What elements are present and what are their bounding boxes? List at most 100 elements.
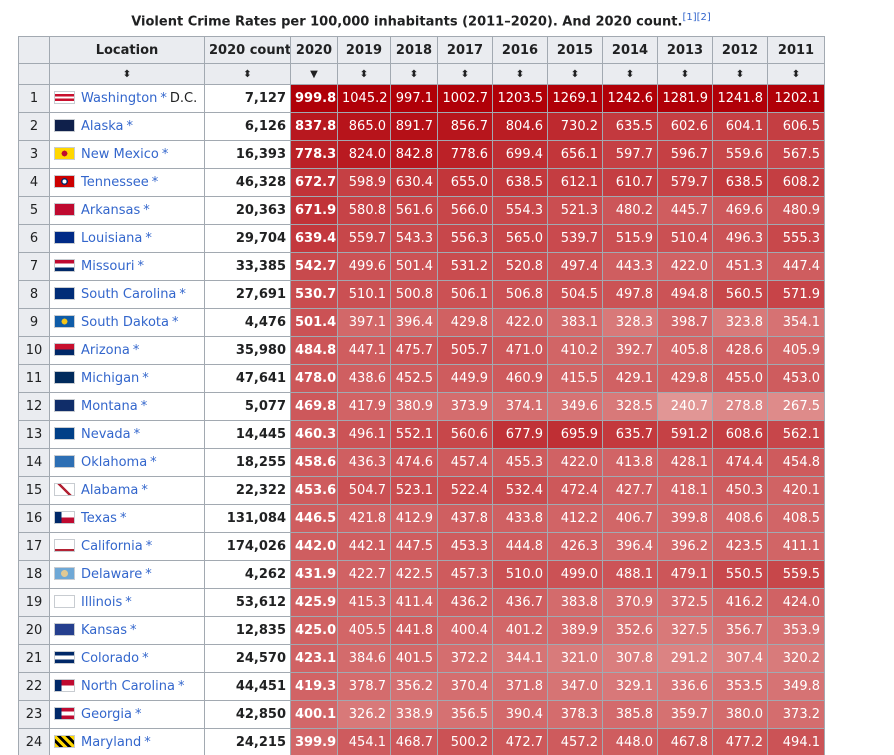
location-link[interactable]: Michigan xyxy=(81,371,139,386)
location-link[interactable]: North Carolina xyxy=(81,679,175,694)
rate-cell: 356.7 xyxy=(712,616,768,645)
location-link[interactable]: Kansas xyxy=(81,623,127,638)
table-row: 17 California * 174,026 442.0 442.1 447.5 453.3… xyxy=(18,532,825,561)
footnote-star[interactable]: * xyxy=(120,511,127,526)
column-header[interactable]: 2020 xyxy=(290,36,338,64)
table-row: 14 Oklahoma * 18,255 458.6 436.3 474.6 457.4 455… xyxy=(18,448,825,477)
footnote-star[interactable]: * xyxy=(143,203,150,218)
georgia-flag-icon xyxy=(54,707,75,720)
footnote-star[interactable]: * xyxy=(134,427,141,442)
column-header[interactable]: 2015 xyxy=(547,36,603,64)
footnote-star[interactable]: * xyxy=(138,259,145,274)
location-link[interactable]: Delaware xyxy=(81,567,142,582)
location-link[interactable]: Maryland xyxy=(81,735,141,750)
rate-cell: 565.0 xyxy=(492,224,548,253)
rate-cell: 494.8 xyxy=(657,280,713,309)
rate-cell: 291.2 xyxy=(657,644,713,673)
location-link[interactable]: Colorado xyxy=(81,651,139,666)
rate-cell: 468.7 xyxy=(390,728,438,755)
column-header[interactable]: 2018 xyxy=(390,36,438,64)
footnote-star[interactable]: * xyxy=(130,623,137,638)
location-suffix: D.C. xyxy=(169,91,198,106)
location-link[interactable]: Montana xyxy=(81,399,138,414)
footnote-star[interactable]: * xyxy=(172,315,179,330)
sort-icon[interactable]: ⬍ xyxy=(712,63,768,85)
rate-cell: 374.1 xyxy=(492,392,548,421)
footnote-star[interactable]: * xyxy=(135,707,142,722)
column-header[interactable]: Location xyxy=(49,36,205,64)
location-link[interactable]: Alabama xyxy=(81,483,138,498)
location-link[interactable]: South Carolina xyxy=(81,287,176,302)
footnote-star[interactable]: * xyxy=(141,483,148,498)
footnote-star[interactable]: * xyxy=(150,455,157,470)
location-link[interactable]: Georgia xyxy=(81,707,132,722)
column-header[interactable]: 2012 xyxy=(712,36,768,64)
footnote-star[interactable]: * xyxy=(179,287,186,302)
sort-icon[interactable]: ⬍ xyxy=(767,63,825,85)
rate-cell: 327.5 xyxy=(657,616,713,645)
column-header[interactable]: 2014 xyxy=(602,36,658,64)
rate-cell: 427.7 xyxy=(602,476,658,505)
rate-cell: 610.7 xyxy=(602,168,658,197)
footnote-star[interactable]: * xyxy=(141,399,148,414)
table-row: 4 Tennessee * 46,328 672.7 598.9 630.4 655.0 638… xyxy=(18,168,825,197)
location-link[interactable]: South Dakota xyxy=(81,315,169,330)
sort-icon[interactable]: ⬍ xyxy=(204,63,291,85)
footnote-star[interactable]: * xyxy=(152,175,159,190)
column-header[interactable]: 2011 xyxy=(767,36,825,64)
location-link[interactable]: New Mexico xyxy=(81,147,159,162)
footnote-star[interactable]: * xyxy=(127,119,134,134)
location-link[interactable]: California xyxy=(81,539,143,554)
location-link[interactable]: Washington xyxy=(81,91,157,106)
footnote-star[interactable]: * xyxy=(144,735,151,750)
count-cell: 33,385 xyxy=(204,252,291,281)
footnote-star[interactable]: * xyxy=(145,231,152,246)
rate-cell: 267.5 xyxy=(767,392,825,421)
sort-icon[interactable]: ⬍ xyxy=(337,63,391,85)
footnote-star[interactable]: * xyxy=(160,91,167,106)
location-link[interactable]: Oklahoma xyxy=(81,455,147,470)
location-link[interactable]: Arkansas xyxy=(81,203,140,218)
footnote-star[interactable]: * xyxy=(125,595,132,610)
footnote-star[interactable]: * xyxy=(146,539,153,554)
location-link[interactable]: Louisiana xyxy=(81,231,142,246)
location-link[interactable]: Illinois xyxy=(81,595,122,610)
rate-2020-cell: 672.7 xyxy=(290,168,338,197)
sort-icon[interactable]: ⬍ xyxy=(49,63,205,85)
location-link[interactable]: Nevada xyxy=(81,427,131,442)
rate-cell: 635.7 xyxy=(602,420,658,449)
footnote-star[interactable]: * xyxy=(178,679,185,694)
column-header[interactable]: 2016 xyxy=(492,36,548,64)
missouri-flag-icon xyxy=(54,259,75,272)
sort-icon[interactable]: ⬍ xyxy=(492,63,548,85)
citation-link[interactable]: [1][2] xyxy=(682,12,710,23)
sort-icon[interactable]: ⬍ xyxy=(657,63,713,85)
location-link[interactable]: Tennessee xyxy=(81,175,149,190)
column-header[interactable]: 2017 xyxy=(437,36,493,64)
footnote-star[interactable]: * xyxy=(142,651,149,666)
footnote-star[interactable]: * xyxy=(133,343,140,358)
rate-cell: 422.0 xyxy=(657,252,713,281)
rate-cell: 429.8 xyxy=(657,364,713,393)
rate-cell: 597.7 xyxy=(602,140,658,169)
location-link[interactable]: Texas xyxy=(81,511,117,526)
rate-cell: 480.9 xyxy=(767,196,825,225)
rate-cell: 865.0 xyxy=(337,112,391,141)
rate-cell: 562.1 xyxy=(767,420,825,449)
sort-icon[interactable]: ⬍ xyxy=(437,63,493,85)
sort-icon[interactable]: ⬍ xyxy=(602,63,658,85)
column-header[interactable]: 2019 xyxy=(337,36,391,64)
footnote-star[interactable]: * xyxy=(162,147,169,162)
sort-icon[interactable]: ▼ xyxy=(290,63,338,85)
column-header[interactable]: 2020 count xyxy=(204,36,291,64)
footnote-star[interactable]: * xyxy=(142,371,149,386)
column-header[interactable]: 2013 xyxy=(657,36,713,64)
footnote-star[interactable]: * xyxy=(145,567,152,582)
sort-icon[interactable]: ⬍ xyxy=(547,63,603,85)
location-link[interactable]: Arizona xyxy=(81,343,130,358)
rate-cell: 378.3 xyxy=(547,700,603,729)
location-link[interactable]: Missouri xyxy=(81,259,135,274)
location-link[interactable]: Alaska xyxy=(81,119,124,134)
location-cell: Michigan * xyxy=(49,364,205,393)
sort-icon[interactable]: ⬍ xyxy=(390,63,438,85)
